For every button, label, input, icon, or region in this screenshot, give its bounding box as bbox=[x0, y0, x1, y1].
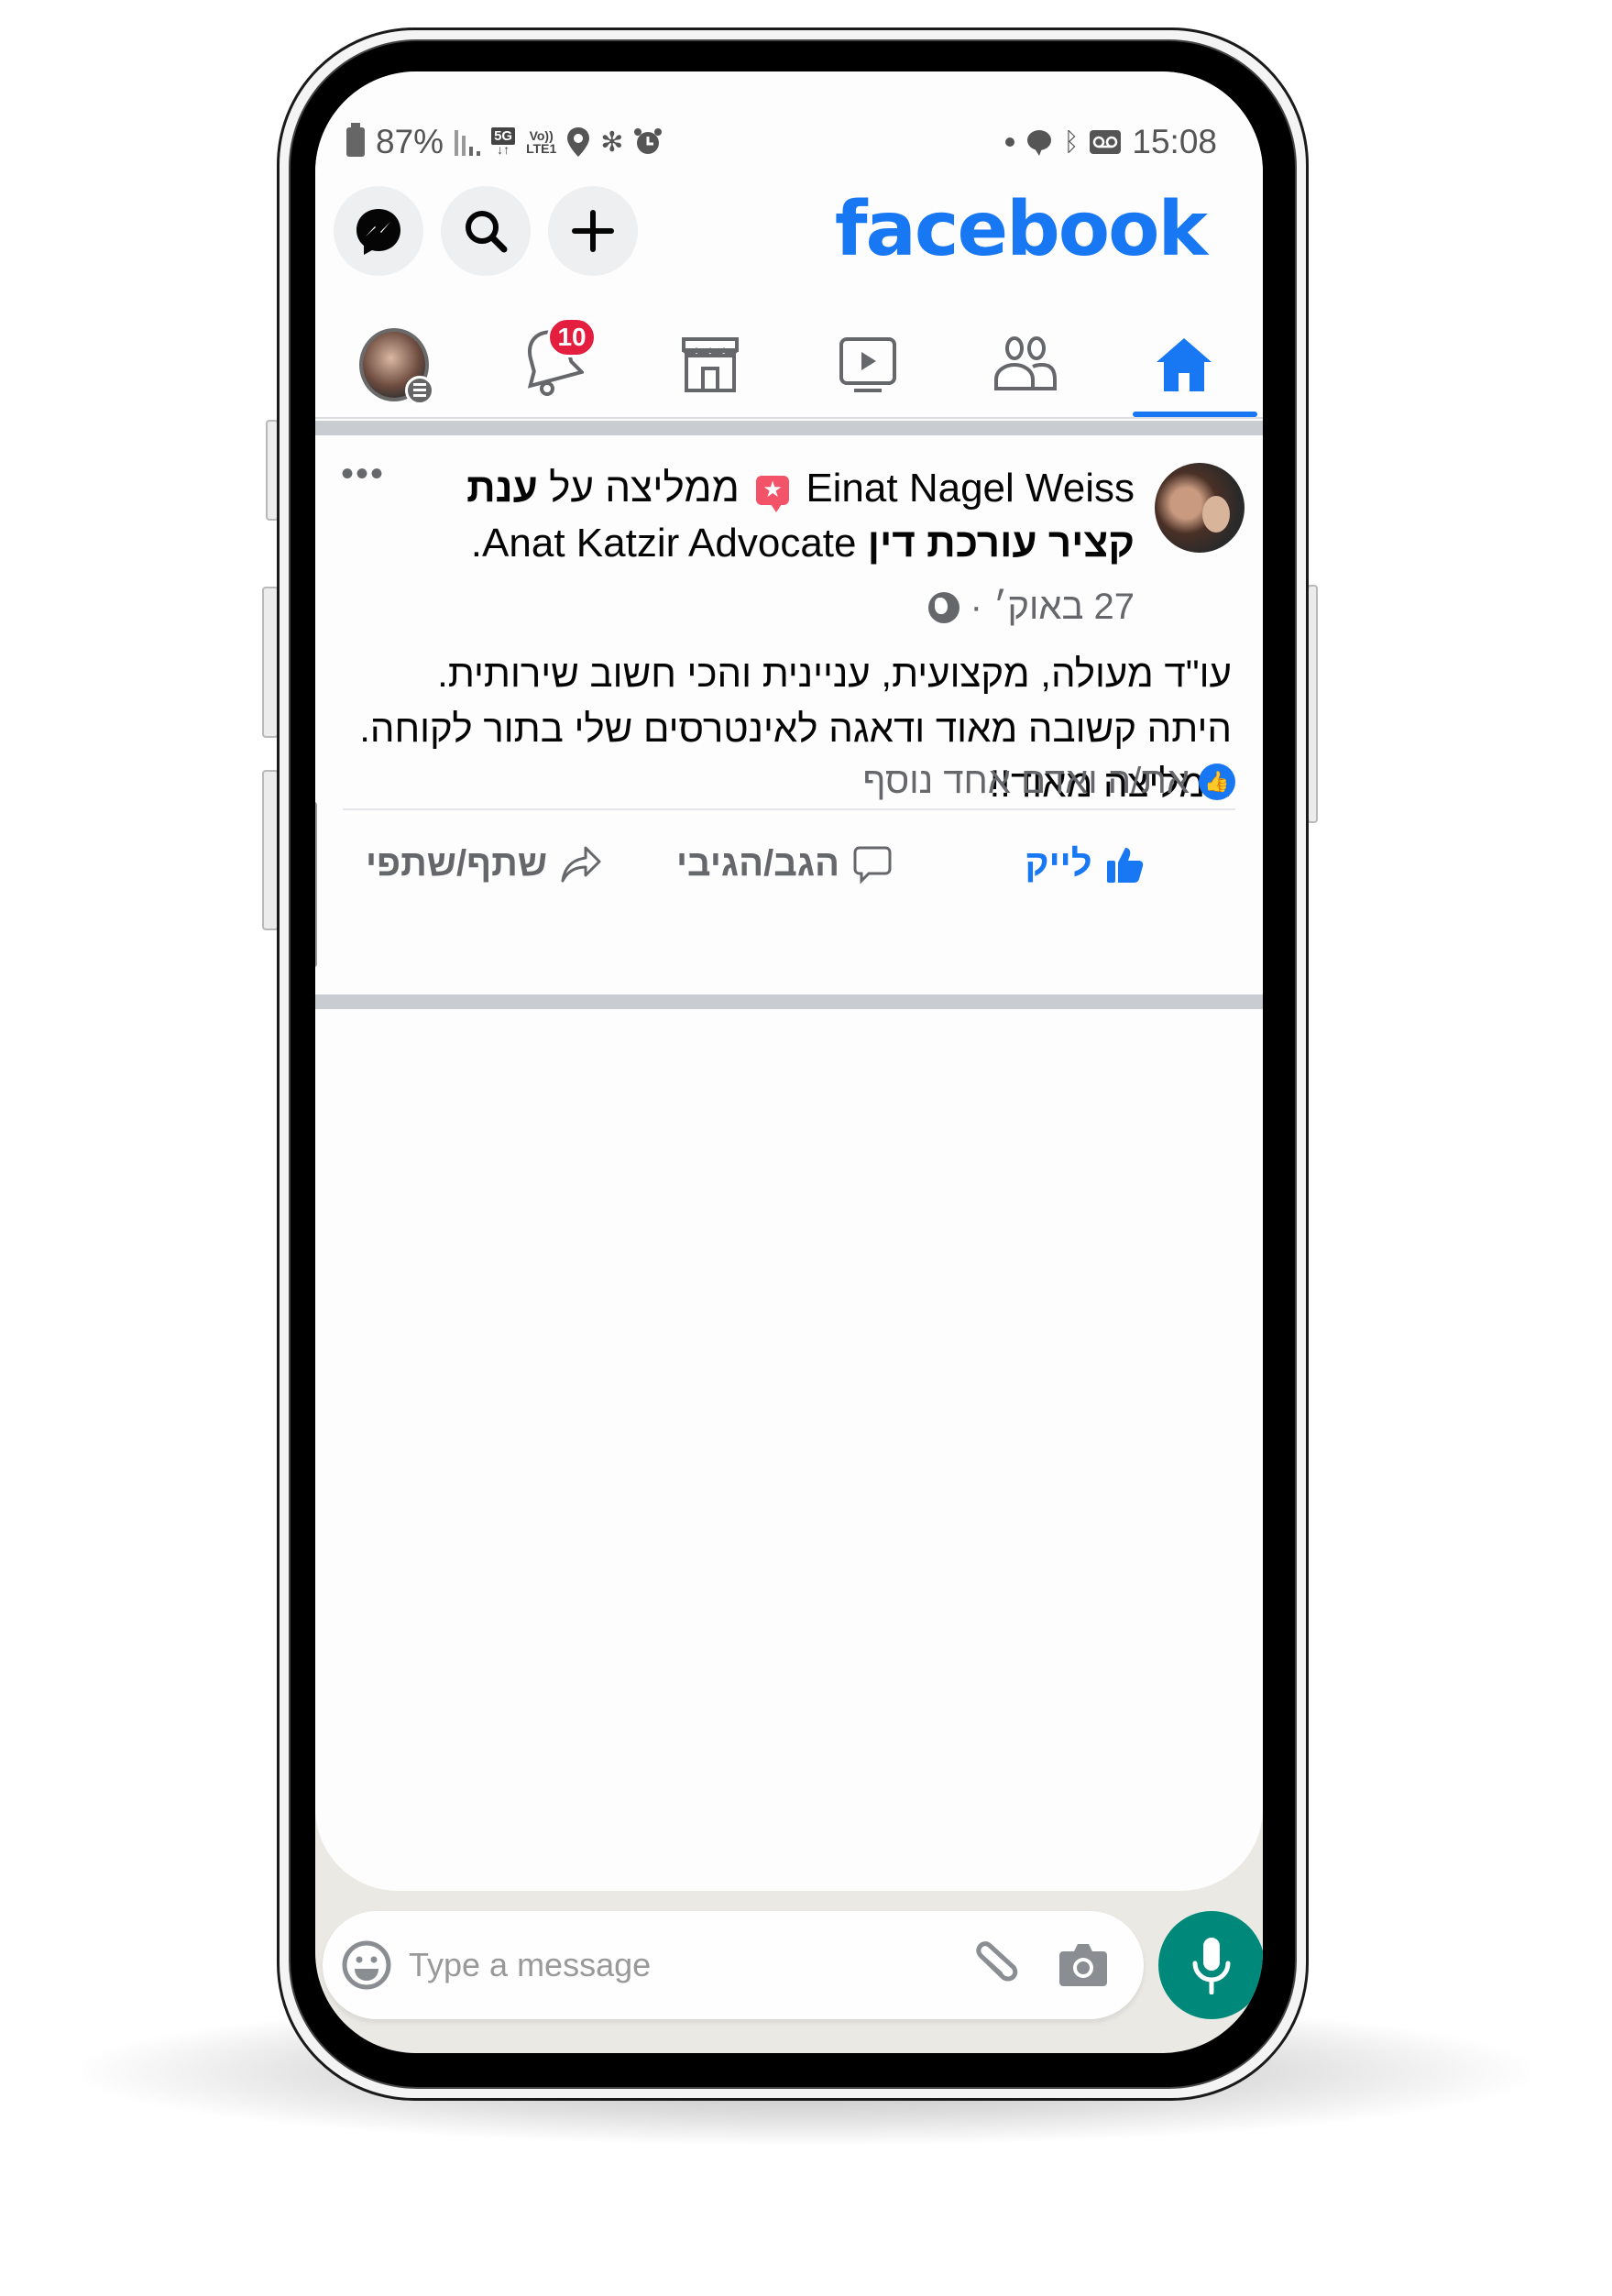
more-options-button[interactable]: ••• bbox=[341, 456, 385, 492]
page-name-english[interactable]: Anat Katzir Advocate. bbox=[471, 521, 857, 566]
feed-separator bbox=[315, 421, 1263, 435]
like-label: לייק bbox=[1025, 843, 1092, 884]
author-avatar[interactable] bbox=[1155, 463, 1245, 553]
video-icon bbox=[839, 336, 897, 392]
bluetooth-scan-icon: ✻ bbox=[600, 126, 624, 158]
friends-icon bbox=[994, 335, 1058, 390]
search-button[interactable] bbox=[441, 186, 531, 276]
post-header: Einat Nagel Weiss ★ ממליצה על ענת קציר ע… bbox=[370, 461, 1135, 571]
clock-time: 15:08 bbox=[1132, 123, 1217, 160]
profile-menu-icon bbox=[359, 327, 435, 405]
tab-home[interactable] bbox=[1105, 312, 1263, 417]
voicemail-icon bbox=[1090, 130, 1122, 154]
page-name-line2[interactable]: עורכת דין bbox=[868, 521, 1037, 566]
tab-watch[interactable] bbox=[789, 312, 947, 417]
camera-icon[interactable] bbox=[1058, 1942, 1109, 1988]
like-button[interactable]: לייק bbox=[935, 820, 1235, 907]
thumbs-up-icon bbox=[1106, 847, 1143, 883]
comment-icon bbox=[853, 846, 892, 884]
microphone-icon bbox=[1192, 1938, 1231, 1994]
share-label: שתף/שתפי bbox=[365, 843, 548, 884]
reactions-text: את/ה ואדם אחד נוסף bbox=[862, 761, 1190, 801]
share-button[interactable]: שתף/שתפי bbox=[334, 820, 634, 907]
bluetooth-icon: ᛒ bbox=[1063, 127, 1080, 156]
home-icon bbox=[1156, 337, 1212, 391]
tab-menu[interactable] bbox=[315, 312, 473, 417]
status-bar: 87% 5G ↓↑ Vo)) LTE1 ✻ ᛒ 15:08 bbox=[346, 119, 1217, 165]
facebook-logo[interactable]: facebook bbox=[835, 186, 1208, 273]
signal-icon bbox=[455, 128, 481, 156]
notification-count-badge: 10 bbox=[547, 317, 597, 357]
volte-icon: Vo)) LTE1 bbox=[526, 128, 557, 156]
scrollbar[interactable] bbox=[315, 802, 317, 967]
feed-separator-bottom bbox=[315, 994, 1263, 1009]
post-meta: 27 באוק׳ · bbox=[927, 587, 1135, 628]
attach-icon[interactable] bbox=[973, 1939, 1019, 1991]
tab-notifications[interactable]: 10 bbox=[473, 312, 631, 417]
recommendation-post: Einat Nagel Weiss ★ ממליצה על ענת קציר ע… bbox=[315, 435, 1263, 1068]
recommends-label: ממליצה על bbox=[549, 466, 740, 511]
store-icon bbox=[681, 336, 739, 392]
comment-button[interactable]: הגב/הגיבי bbox=[634, 820, 935, 907]
battery-icon bbox=[346, 123, 365, 157]
alarm-icon bbox=[634, 128, 663, 154]
create-post-button[interactable] bbox=[548, 186, 638, 276]
globe-icon bbox=[927, 591, 960, 623]
tab-friends[interactable] bbox=[947, 312, 1104, 417]
voice-message-button[interactable] bbox=[1158, 1911, 1263, 2019]
post-actions: לייק הגב/הגיבי שתף/שתפי bbox=[334, 820, 1235, 907]
post-date[interactable]: 27 באוק׳ bbox=[993, 587, 1135, 628]
emoji-icon[interactable] bbox=[341, 1939, 392, 1991]
message-composer bbox=[323, 1911, 1144, 2019]
message-input[interactable] bbox=[409, 1946, 973, 1984]
messenger-button[interactable] bbox=[334, 186, 423, 276]
location-icon bbox=[567, 127, 590, 157]
chat-notification-icon bbox=[1026, 130, 1051, 156]
like-reaction-icon: 👍 bbox=[1199, 763, 1235, 800]
comment-label: הגב/הגיבי bbox=[675, 843, 840, 884]
reactions-summary[interactable]: 👍 את/ה ואדם אחד נוסף bbox=[862, 761, 1235, 802]
notification-dot-icon bbox=[1004, 137, 1014, 147]
battery-level: 87% bbox=[376, 123, 444, 160]
meta-separator: · bbox=[970, 587, 982, 627]
reactions-divider bbox=[343, 808, 1235, 810]
plus-icon bbox=[572, 210, 614, 252]
search-icon bbox=[466, 211, 508, 253]
menu-icon bbox=[405, 375, 435, 405]
tab-marketplace[interactable] bbox=[631, 312, 789, 417]
main-tab-bar: 10 bbox=[315, 312, 1263, 417]
recommend-icon: ★ bbox=[756, 476, 790, 513]
facebook-app: 87% 5G ↓↑ Vo)) LTE1 ✻ ᛒ 15:08 facebook 1… bbox=[315, 71, 1263, 1891]
share-icon bbox=[561, 846, 601, 882]
network-5g-icon: 5G ↓↑ bbox=[491, 126, 516, 156]
phone-screen: 87% 5G ↓↑ Vo)) LTE1 ✻ ᛒ 15:08 facebook 1… bbox=[315, 71, 1263, 2053]
tab-divider bbox=[315, 417, 1263, 419]
messenger-icon bbox=[356, 209, 400, 255]
author-name[interactable]: Einat Nagel Weiss bbox=[806, 466, 1135, 511]
